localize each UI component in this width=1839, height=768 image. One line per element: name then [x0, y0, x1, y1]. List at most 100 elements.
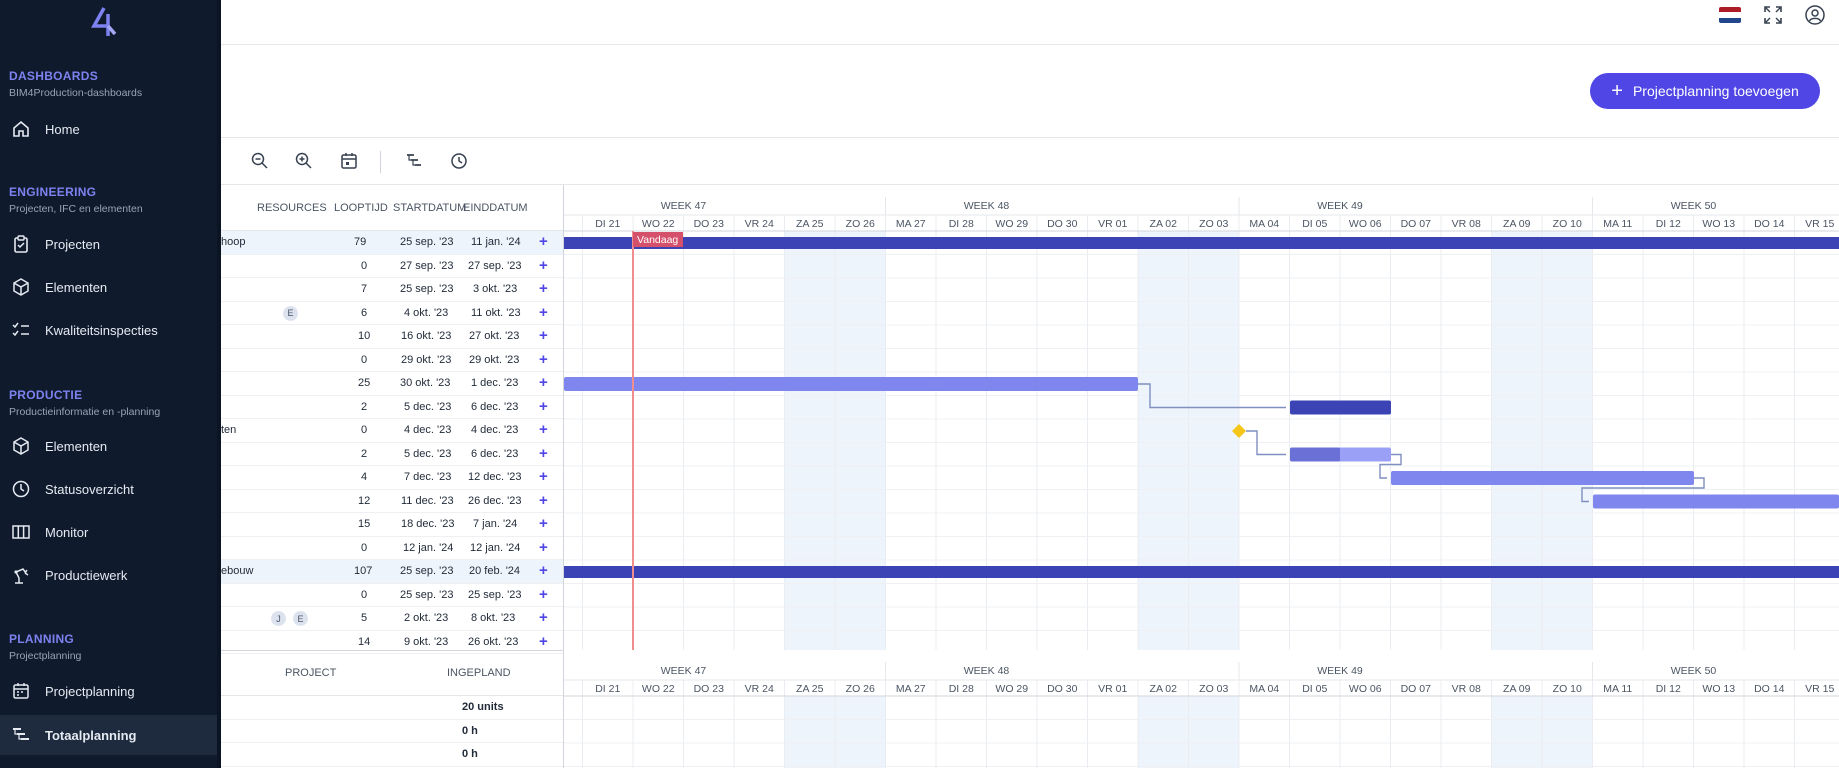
day-label: ZA 02	[1150, 683, 1178, 695]
table-row[interactable]: 0 25 sep. '23 25 sep. '23 +	[221, 584, 563, 607]
table-row[interactable]: 0 12 jan. '24 12 jan. '24 +	[221, 537, 563, 560]
add-subtask-icon[interactable]: +	[539, 351, 548, 368]
sidebar-item-elementen-productie[interactable]: Elementen	[0, 426, 217, 466]
zoom-out-icon[interactable]	[249, 150, 271, 172]
sidebar-item-projectplanning[interactable]: Projectplanning	[0, 671, 217, 711]
dutch-flag-icon[interactable]	[1719, 7, 1741, 23]
task-start: 5 dec. '23	[404, 447, 452, 460]
column-header-einddatum[interactable]: EINDDATUM	[463, 202, 528, 214]
task-end: 12 dec. '23	[468, 471, 522, 483]
day-label: ZA 25	[796, 683, 824, 695]
gantt-timeline[interactable]: WEEK 47WEEK 48WEEK 49WEEK 5020DI 21WO 22…	[564, 185, 1839, 650]
table-row[interactable]: hoop 79 25 sep. '23 11 jan. '24 +	[221, 231, 563, 255]
day-label: WO 22	[642, 683, 675, 695]
add-subtask-icon[interactable]: +	[539, 468, 548, 485]
add-subtask-icon[interactable]: +	[539, 304, 548, 321]
sidebar-item-statusoverzicht[interactable]: Statusoverzicht	[0, 469, 217, 509]
sidebar-item-label: Totaalplanning	[45, 727, 137, 743]
section-engineering: ENGINEERING Projecten, IFC en elementen	[0, 185, 221, 215]
weekend-column	[835, 231, 886, 650]
table-row[interactable]: J E 5 2 okt. '23 8 okt. '23 +	[221, 607, 563, 631]
resource-value: 20 units	[462, 701, 504, 713]
calendar-today-icon[interactable]	[338, 150, 360, 172]
sidebar-item-productiewerk[interactable]: Productiewerk	[0, 555, 217, 595]
day-label: MA 27	[896, 683, 926, 695]
section-dashboards: DASHBOARDS BIM4Production-dashboards	[0, 69, 221, 99]
day-label: MA 04	[1249, 218, 1279, 230]
table-row[interactable]: 12 11 dec. '23 26 dec. '23 +	[221, 490, 563, 513]
table-row[interactable]: 2 5 dec. '23 6 dec. '23 +	[221, 396, 563, 419]
day-label: MA 27	[896, 218, 926, 230]
add-subtask-icon[interactable]: +	[539, 327, 548, 344]
gantt-toggle-icon[interactable]	[403, 150, 425, 172]
zoom-in-icon[interactable]	[293, 150, 315, 172]
column-header-startdatum[interactable]: STARTDATUM	[393, 202, 466, 214]
task-duration: 10	[358, 330, 371, 342]
day-label: WO 06	[1349, 683, 1382, 695]
bim4production-logo[interactable]	[90, 6, 118, 38]
add-subtask-icon[interactable]: +	[539, 633, 548, 650]
sidebar-item-projecten[interactable]: Projecten	[0, 224, 217, 264]
sidebar-item-elementen-engineering[interactable]: Elementen	[0, 267, 217, 307]
sidebar-item-monitor[interactable]: Monitor	[0, 512, 217, 552]
table-row[interactable]: 15 18 dec. '23 7 jan. '24 +	[221, 513, 563, 537]
resource-badge[interactable]: E	[283, 305, 298, 321]
table-row[interactable]: ten 0 4 dec. '23 4 dec. '23 +	[221, 419, 563, 443]
day-label: DI 28	[949, 683, 974, 695]
sidebar-item-totaalplanning[interactable]: Totaalplanning	[0, 715, 217, 755]
fullscreen-icon[interactable]	[1762, 4, 1784, 26]
add-subtask-icon[interactable]: +	[539, 539, 548, 556]
sidebar-item-label: Projectplanning	[45, 683, 135, 699]
sidebar-item-label: Statusoverzicht	[45, 481, 134, 497]
table-row[interactable]: 4 7 dec. '23 12 dec. '23 +	[221, 466, 563, 490]
sidebar-item-label: Kwaliteitsinspecties	[45, 322, 158, 338]
add-subtask-icon[interactable]: +	[539, 280, 548, 297]
add-subtask-icon[interactable]: +	[539, 562, 548, 579]
task-duration: 2	[361, 400, 368, 413]
table-row[interactable]: ebouw 107 25 sep. '23 20 feb. '24 +	[221, 560, 563, 584]
add-subtask-icon[interactable]: +	[539, 398, 548, 415]
task-start: 11 dec. '23	[401, 494, 454, 507]
day-label: VR 08	[1452, 218, 1481, 230]
grid-header: RESOURCES LOOPTIJD STARTDATUM EINDDATUM	[221, 185, 563, 231]
resource-timeline[interactable]: WEEK 47WEEK 48WEEK 49WEEK 5020DI 21WO 22…	[564, 650, 1839, 768]
sidebar-item-home[interactable]: Home	[0, 109, 217, 149]
day-label: WO 06	[1349, 218, 1382, 230]
add-subtask-icon[interactable]: +	[539, 492, 548, 509]
column-header-looptijd[interactable]: LOOPTIJD	[334, 202, 388, 214]
column-header-project[interactable]: PROJECT	[285, 667, 336, 679]
task-end: 6 dec. '23	[471, 400, 519, 413]
sidebar-item-kwaliteitsinspecties[interactable]: Kwaliteitsinspecties	[0, 310, 217, 350]
table-row[interactable]: 0 27 sep. '23 27 sep. '23 +	[221, 255, 563, 278]
add-projectplanning-button[interactable]: + Projectplanning toevoegen	[1590, 73, 1820, 109]
add-subtask-icon[interactable]: +	[539, 609, 548, 626]
day-label: VR 15	[1805, 683, 1834, 695]
add-subtask-icon[interactable]: +	[539, 421, 548, 438]
add-subtask-icon[interactable]: +	[539, 445, 548, 462]
add-subtask-icon[interactable]: +	[539, 586, 548, 603]
table-row[interactable]: 2 5 dec. '23 6 dec. '23 +	[221, 443, 563, 466]
sidebar-item-label: Projecten	[45, 236, 100, 252]
task-end: 20 feb. '24	[469, 565, 521, 577]
table-row[interactable]: 7 25 sep. '23 3 okt. '23 +	[221, 278, 563, 302]
day-label: DI 12	[1656, 218, 1681, 230]
table-row[interactable]: 0 29 okt. '23 29 okt. '23 +	[221, 349, 563, 372]
table-row[interactable]: E 6 4 okt. '23 11 okt. '23 +	[221, 302, 563, 325]
add-subtask-icon[interactable]: +	[539, 515, 548, 532]
column-header-ingepland[interactable]: INGEPLAND	[447, 667, 511, 679]
gantt-summary-bar	[564, 237, 1839, 249]
add-subtask-icon[interactable]: +	[539, 233, 548, 250]
user-account-icon[interactable]	[1804, 4, 1826, 26]
history-clock-icon[interactable]	[448, 150, 470, 172]
table-row[interactable]: 10 16 okt. '23 27 okt. '23 +	[221, 325, 563, 349]
add-subtask-icon[interactable]: +	[539, 374, 548, 391]
task-start: 25 sep. '23	[400, 588, 454, 601]
sidebar: DASHBOARDS BIM4Production-dashboards Hom…	[0, 0, 221, 768]
column-header-resources[interactable]: RESOURCES	[257, 202, 327, 214]
table-row[interactable]: 25 30 okt. '23 1 dec. '23 +	[221, 372, 563, 396]
weekend-column	[1491, 696, 1542, 768]
resource-badge[interactable]: J	[271, 611, 286, 626]
resource-badge[interactable]: E	[293, 611, 308, 626]
day-label: DI 05	[1302, 218, 1327, 230]
add-subtask-icon[interactable]: +	[539, 257, 548, 274]
